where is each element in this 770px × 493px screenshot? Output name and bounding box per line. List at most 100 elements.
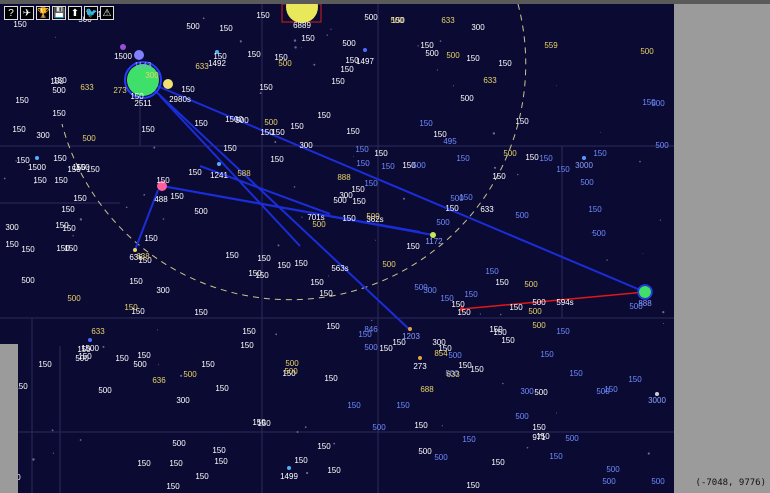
ship-count-label: 150 [356, 159, 370, 168]
ship-count-label: 150 [466, 481, 480, 490]
ship-count-label: 495 [443, 137, 457, 146]
star [479, 313, 481, 315]
ship-count-label: 300 [145, 71, 159, 80]
ship-count-label: 150 [223, 144, 237, 153]
trophy-button[interactable]: 🏆 [36, 6, 50, 20]
ship-count-label: 500 [565, 434, 579, 443]
ship-count-label: 150 [549, 452, 563, 461]
ship-count-label: 500 [412, 161, 426, 170]
ship-count-label: 688 [420, 385, 434, 394]
planet-yellow-small[interactable] [163, 79, 173, 89]
ship-count-label: 500 [434, 453, 448, 462]
ship-count-label: 150 [248, 269, 262, 278]
planet-1500-nw[interactable]: 1500 [114, 44, 132, 61]
ship-count-label: 150 [50, 77, 64, 86]
ship-count-label: 273 [113, 86, 127, 95]
ship-count-label: 300 [5, 223, 19, 232]
ship-count-label: 150 [462, 435, 476, 444]
ship-count-label: 300 [432, 338, 446, 347]
ship-count-label: 150 [15, 96, 29, 105]
ship-count-label: 300 [520, 387, 534, 396]
planet-3000-se[interactable]: 3000 [648, 392, 666, 405]
ship-count-label: 150 [215, 384, 229, 393]
send-button[interactable]: ✈ [20, 6, 34, 20]
ship-count-label: 150 [194, 308, 208, 317]
star [502, 382, 504, 385]
ship-count-label: 150 [21, 245, 35, 254]
ship-count-label: 150 [61, 205, 75, 214]
map-canvas[interactable]: 6889 2511 1143 1500 1492 1497 1500 1241 … [0, 4, 674, 493]
star [293, 186, 296, 188]
ship-count-label: 150 [440, 294, 454, 303]
ship-count-label: 150 [141, 125, 155, 134]
ship-count-label: 500 [364, 343, 378, 352]
ship-count-label: 500 [629, 302, 643, 311]
ship-count-label: 500 [515, 211, 529, 220]
star [293, 39, 297, 42]
planet-1143[interactable]: 1143 [134, 50, 152, 70]
ship-count-label: 500 [98, 386, 112, 395]
ship-count-label: 150 [536, 432, 550, 441]
warning-button[interactable]: ⚠ [100, 6, 114, 20]
ship-count-label: 500 [651, 477, 665, 486]
star [157, 329, 158, 331]
star [606, 259, 608, 261]
ship-count-label: 150 [501, 336, 515, 345]
toolbar: ? ✈ 🏆 💾 ⬆ 🐦 ⚠ [4, 6, 114, 20]
map-edge-block [0, 344, 18, 493]
ship-count-label: 150 [301, 34, 315, 43]
star [313, 63, 316, 66]
star [439, 40, 442, 42]
ship-count-label: 150 [38, 360, 52, 369]
star [403, 197, 405, 200]
ship-count-label: 150 [225, 251, 239, 260]
ship-count-label: 150 [219, 24, 233, 33]
ship-count-label: 150 [374, 149, 388, 158]
star [79, 218, 83, 221]
planet-3000-ne[interactable]: 3000 [575, 156, 593, 170]
help-button[interactable]: ? [4, 6, 18, 20]
save-button[interactable]: 💾 [52, 6, 66, 20]
planet-1500-w[interactable]: 1500 [28, 156, 46, 172]
planet-6889[interactable]: 6889 [281, 4, 322, 30]
star [556, 412, 558, 414]
ship-count-label: 150 [270, 155, 284, 164]
star [153, 146, 156, 149]
ship-count-label: 150 [213, 52, 227, 61]
star [417, 45, 419, 47]
ship-count-label: 150 [588, 205, 602, 214]
help-icon: ? [8, 8, 14, 19]
transfer-links [134, 79, 646, 331]
star [647, 452, 650, 455]
timer-563s: 563s [331, 264, 348, 273]
ship-count-label: 150 [310, 278, 324, 287]
ship-count-label: 150 [247, 50, 261, 59]
twitter-button[interactable]: 🐦 [84, 6, 98, 20]
planet-273[interactable]: 273 [413, 356, 427, 371]
planet-1241[interactable]: 1241 [210, 162, 228, 180]
galaxy-map[interactable]: 6889 2511 1143 1500 1492 1497 1500 1241 … [0, 4, 674, 493]
ship-count-label: 150 [317, 442, 331, 451]
svg-text:1500: 1500 [114, 52, 132, 61]
ship-count-label: 150 [53, 154, 67, 163]
ship-count-label: 150 [347, 401, 361, 410]
star [3, 177, 6, 180]
svg-text:3000: 3000 [575, 161, 593, 170]
star [526, 446, 529, 449]
ship-count-label: 500 [183, 370, 197, 379]
svg-text:1497: 1497 [356, 57, 374, 66]
ship-count-label: 638 [136, 252, 150, 261]
star [600, 131, 601, 133]
ship-count-label: 150 [456, 154, 470, 163]
ship-count-label: 150 [137, 459, 151, 468]
svg-text:1241: 1241 [210, 171, 228, 180]
planet-1499[interactable]: 1499 [280, 466, 298, 481]
planet-1497[interactable]: 1497 [356, 48, 374, 66]
upload-button[interactable]: ⬆ [68, 6, 82, 20]
svg-text:6889: 6889 [293, 21, 311, 30]
ship-count-label: 150 [33, 176, 47, 185]
game-screen: 6889 2511 1143 1500 1492 1497 1500 1241 … [0, 0, 770, 493]
ship-count-label: 150 [515, 117, 529, 126]
star [333, 442, 336, 445]
star [32, 458, 35, 461]
